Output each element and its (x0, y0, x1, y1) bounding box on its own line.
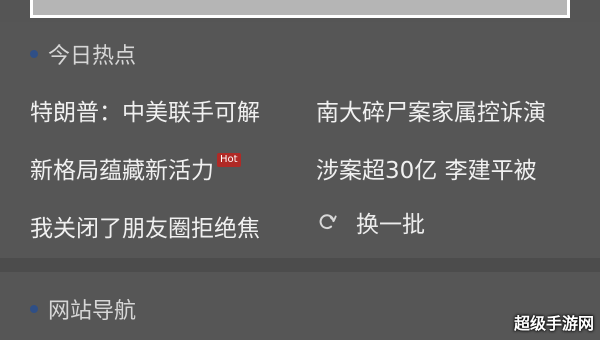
nav-section-header: 网站导航 (30, 293, 136, 325)
news-item-label: 我关闭了朋友圈拒绝焦 (30, 216, 260, 242)
news-item[interactable]: 我关闭了朋友圈拒绝焦 (30, 209, 260, 243)
news-item[interactable]: 新格局蕴藏新活力 Hot (30, 151, 241, 185)
hot-section-title: 今日热点 (48, 44, 137, 69)
news-item-label: 新格局蕴藏新活力 (30, 158, 214, 184)
bullet-dot-icon (30, 50, 38, 58)
news-item-label: 特朗普：中美联手可解 (30, 100, 260, 126)
section-divider (0, 258, 600, 272)
news-item[interactable]: 涉案超30亿 李建平被 (316, 151, 537, 185)
watermark-logo: 超级手游网 (513, 314, 594, 333)
search-bar[interactable] (30, 0, 570, 18)
news-item-label: 涉案超30亿 李建平被 (316, 158, 537, 184)
refresh-label: 换一批 (356, 212, 425, 238)
news-item-label: 南大碎尸案家属控诉演 (316, 100, 546, 126)
bullet-dot-icon (30, 305, 38, 313)
news-item[interactable]: 特朗普：中美联手可解 (30, 93, 260, 127)
news-item[interactable]: 南大碎尸案家属控诉演 (316, 93, 546, 127)
hot-section-header: 今日热点 (30, 38, 136, 70)
refresh-button[interactable]: 换一批 (316, 205, 425, 239)
refresh-icon (319, 214, 337, 230)
hot-badge: Hot (217, 153, 241, 167)
nav-section-title: 网站导航 (48, 299, 137, 324)
